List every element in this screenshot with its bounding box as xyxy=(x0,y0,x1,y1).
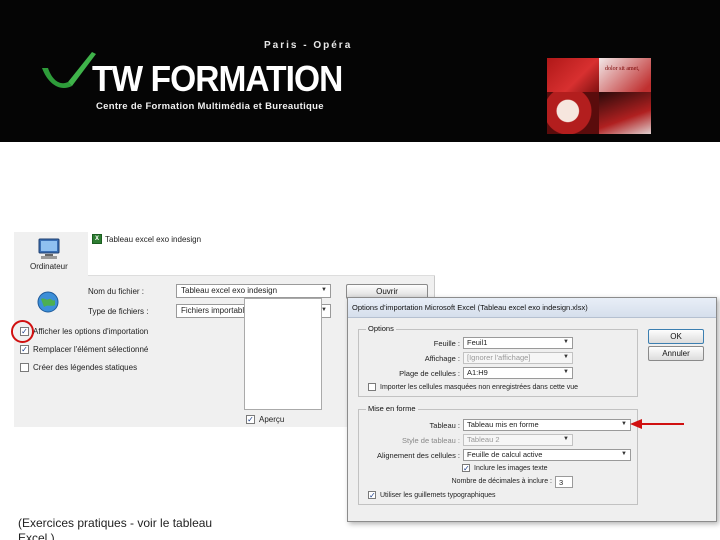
checkbox-label: Remplacer l'élément sélectionné xyxy=(33,345,149,354)
ok-button[interactable]: OK xyxy=(648,329,704,344)
collage-arrow-tile xyxy=(599,92,651,134)
table-value: Tableau mis en forme xyxy=(467,420,539,429)
sheet-select[interactable]: Feuil1 ▼ xyxy=(463,337,573,349)
replace-selected-checkbox[interactable]: ✓ Remplacer l'élément sélectionné xyxy=(20,345,148,354)
static-captions-checkbox[interactable]: Créer des légendes statiques xyxy=(20,363,137,372)
list-item[interactable]: X Tableau excel exo indesign xyxy=(92,234,201,244)
chevron-down-icon[interactable]: ▼ xyxy=(621,421,627,427)
highlight-circle-annotation xyxy=(11,320,34,343)
decimal-places-label: Nombre de décimales à inclure : xyxy=(451,478,552,485)
location-tagline: Paris - Opéra xyxy=(264,40,353,51)
table-style-value: Tableau 2 xyxy=(467,435,500,444)
table-select[interactable]: Tableau mis en forme ▼ xyxy=(463,419,631,431)
options-group-label: Options xyxy=(366,324,396,333)
table-style-select[interactable]: Tableau 2 ▼ xyxy=(463,434,573,446)
red-arrow-annotation xyxy=(630,419,684,429)
checkbox-checked[interactable]: ✓ xyxy=(368,491,376,500)
checkbox-label: Créer des légendes statiques xyxy=(33,363,138,372)
swoosh-logo-icon xyxy=(42,52,96,88)
cell-alignment-value: Feuille de calcul active xyxy=(467,450,543,459)
typographer-quotes-checkbox[interactable]: ✓ Utiliser les guillemets typographiques xyxy=(368,491,496,500)
sheet-label: Feuille : xyxy=(433,339,460,348)
dialog-title: Options d'importation Microsoft Excel (T… xyxy=(348,298,716,318)
header-banner: Paris - Opéra TW FORMATION Centre de For… xyxy=(0,0,720,142)
preview-checkbox[interactable]: ✓ Aperçu xyxy=(246,415,284,424)
include-images-checkbox[interactable]: ✓ Inclure les images texte xyxy=(462,464,548,473)
checkbox-checked[interactable]: ✓ xyxy=(246,415,255,424)
caption-line-1: (Exercices pratiques - voir le tableau xyxy=(18,516,213,530)
preview-pane xyxy=(244,298,322,410)
nav-item-computer[interactable]: Ordinateur xyxy=(30,262,68,271)
chevron-down-icon[interactable]: ▼ xyxy=(563,369,569,375)
network-globe-icon[interactable] xyxy=(36,290,60,314)
table-label: Tableau : xyxy=(429,421,460,430)
chevron-down-icon[interactable]: ▼ xyxy=(621,451,627,457)
promo-collage-image: dolor sit amet, xyxy=(547,58,651,134)
cancel-button[interactable]: Annuler xyxy=(648,346,704,361)
checkbox-label: Importer les cellules masquées non enreg… xyxy=(380,383,579,391)
filename-label: Nom du fichier : xyxy=(88,287,145,296)
table-style-label: Style de tableau : xyxy=(402,436,460,445)
filename-combo[interactable]: Tableau excel exo indesign ▼ xyxy=(176,284,331,298)
filename-value: Tableau excel exo indesign xyxy=(181,286,278,295)
checkbox-unchecked[interactable] xyxy=(368,383,376,391)
collage-portrait xyxy=(547,92,599,134)
cell-range-value: A1:H9 xyxy=(467,368,488,377)
filetype-value: Fichiers importables xyxy=(181,306,253,315)
file-name: Tableau excel exo indesign xyxy=(105,234,202,244)
import-hidden-cells-checkbox[interactable]: Importer les cellules masquées non enreg… xyxy=(368,383,578,391)
excel-file-icon: X xyxy=(92,234,102,244)
file-list[interactable]: X Tableau excel exo indesign xyxy=(88,232,435,276)
collage-text: dolor sit amet, xyxy=(605,66,640,72)
checkbox-unchecked[interactable] xyxy=(20,363,29,372)
checkbox-checked[interactable]: ✓ xyxy=(20,345,29,354)
excel-import-options-dialog: Options d'importation Microsoft Excel (T… xyxy=(347,297,717,522)
brand-tagline: Centre de Formation Multimédia et Bureau… xyxy=(96,101,324,112)
sheet-value: Feuil1 xyxy=(467,338,488,347)
view-label: Affichage : xyxy=(424,354,460,363)
checkbox-checked[interactable]: ✓ xyxy=(462,464,470,473)
formatting-group-label: Mise en forme xyxy=(366,404,418,413)
checkbox-label: Afficher les options d'importation xyxy=(33,327,149,336)
chevron-down-icon[interactable]: ▼ xyxy=(563,436,569,442)
cell-range-label: Plage de cellules : xyxy=(399,369,460,378)
chevron-down-icon[interactable]: ▼ xyxy=(321,287,327,293)
checkbox-label: Inclure les images texte xyxy=(474,464,548,472)
cell-alignment-label: Alignement des cellules : xyxy=(377,451,460,460)
chevron-down-icon[interactable]: ▼ xyxy=(563,354,569,360)
collage-tile xyxy=(547,58,599,92)
cell-range-input[interactable]: A1:H9 ▼ xyxy=(463,367,573,379)
cell-alignment-select[interactable]: Feuille de calcul active ▼ xyxy=(463,449,631,461)
computer-icon[interactable] xyxy=(36,238,62,260)
view-select[interactable]: [Ignorer l'affichage] ▼ xyxy=(463,352,573,364)
chevron-down-icon[interactable]: ▼ xyxy=(563,339,569,345)
brand-logo-text: TW FORMATION xyxy=(92,58,343,99)
checkbox-label: Utiliser les guillemets typographiques xyxy=(380,491,496,499)
checkbox-label: Aperçu xyxy=(259,415,285,424)
show-import-options-checkbox[interactable]: ✓ Afficher les options d'importation xyxy=(20,327,148,336)
view-value: [Ignorer l'affichage] xyxy=(467,353,531,362)
decimal-places-input[interactable]: 3 xyxy=(555,476,573,488)
filetype-label: Type de fichiers : xyxy=(88,307,149,316)
collage-tile: dolor sit amet, xyxy=(599,58,651,92)
caption-line-2: Excel ) xyxy=(18,531,55,540)
